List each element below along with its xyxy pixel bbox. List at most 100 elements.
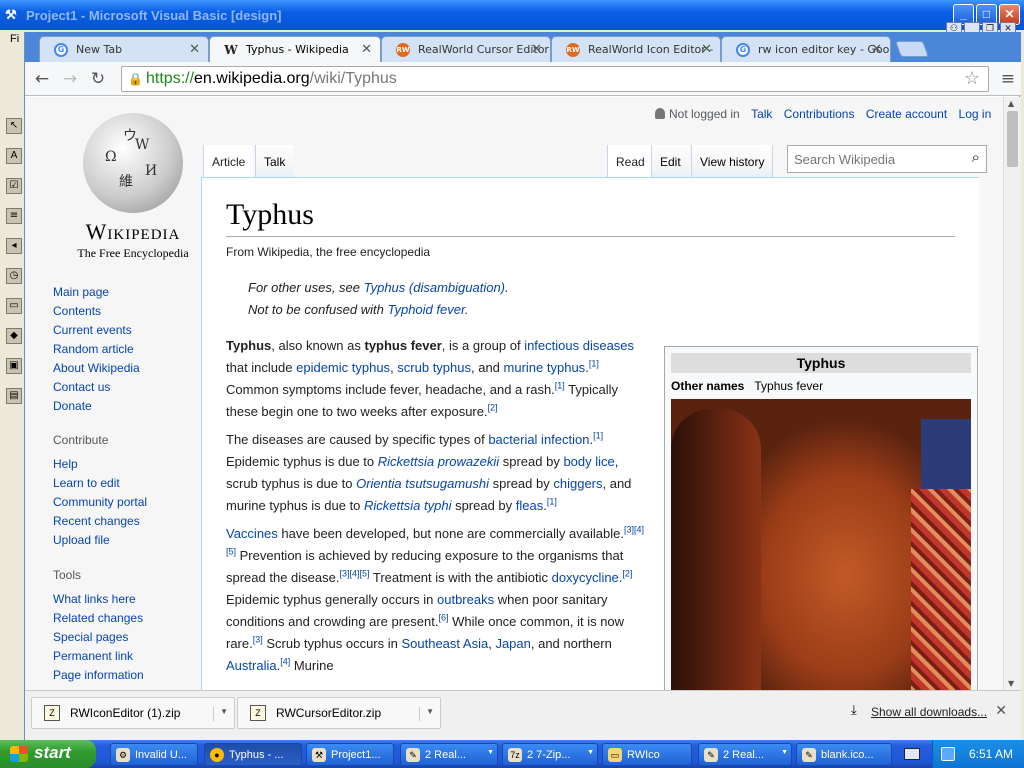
- scroll-up-icon[interactable]: ▲: [1008, 99, 1014, 108]
- typhoid-fever-link[interactable]: Typhoid fever: [387, 302, 464, 317]
- citation-link[interactable]: [6]: [438, 613, 448, 623]
- sidebar-item-community-portal[interactable]: Community portal: [53, 495, 147, 514]
- task-project1[interactable]: ⚒ Project1...: [306, 743, 394, 766]
- talk-link[interactable]: Talk: [751, 107, 772, 121]
- network-icon[interactable]: [941, 747, 955, 761]
- sidebar-item-recent-changes[interactable]: Recent changes: [53, 514, 147, 533]
- japan-link[interactable]: Japan: [495, 636, 530, 651]
- sidebar-item-help[interactable]: Help: [53, 457, 147, 476]
- sidebar-item-donate[interactable]: Donate: [53, 399, 140, 418]
- wikipedia-logo[interactable]: Ω W 維 И ウ Wikipedia The Free Encyclopedi…: [53, 113, 213, 260]
- search-input[interactable]: Search Wikipedia ⌕: [787, 145, 987, 173]
- sidebar-item-special-pages[interactable]: Special pages: [53, 630, 144, 649]
- chrome-menu-icon[interactable]: ≡: [1001, 69, 1015, 89]
- task-typhus[interactable]: ● Typhus - ...: [204, 743, 302, 766]
- task-blank-ico[interactable]: ✎ blank.ico...: [796, 743, 892, 766]
- murine-typhus-link[interactable]: murine typhus: [504, 360, 586, 375]
- sidebar-item-contents[interactable]: Contents: [53, 304, 140, 323]
- tab-talk[interactable]: Talk: [255, 145, 294, 177]
- tab-article[interactable]: Article: [203, 145, 254, 177]
- download-item[interactable]: Z RWIconEditor (1).zip ▼: [31, 697, 235, 729]
- label-tool-icon[interactable]: A: [6, 148, 22, 164]
- rickettsia-typhi-link[interactable]: Rickettsia typhi: [364, 498, 451, 513]
- address-bar[interactable]: 🔒 https://en.wikipedia.org/wiki/Typhus ☆: [121, 66, 989, 92]
- start-button[interactable]: start: [0, 740, 96, 768]
- contributions-link[interactable]: Contributions: [784, 107, 855, 121]
- shape-tool-icon[interactable]: ◆: [6, 328, 22, 344]
- new-tab-button[interactable]: [895, 41, 929, 57]
- citation-link[interactable]: [2]: [622, 569, 632, 579]
- bookmark-star-icon[interactable]: ☆: [964, 68, 980, 89]
- pointer-tool-icon[interactable]: ↖: [6, 118, 22, 134]
- orientia-link[interactable]: Orientia tsutsugamushi: [356, 476, 489, 491]
- close-tab-icon[interactable]: ✕: [189, 42, 200, 57]
- tab-google-search[interactable]: G rw icon editor key - Goo ✕: [721, 36, 891, 62]
- tab-typhus[interactable]: W Typhus - Wikipedia ✕: [209, 36, 381, 63]
- task-7zip[interactable]: 7z 2 7-Zip... ▼: [502, 743, 598, 766]
- image-tool-icon[interactable]: ▣: [6, 358, 22, 374]
- task-invalid[interactable]: ⚙ Invalid U...: [110, 743, 198, 766]
- close-tab-icon[interactable]: ✕: [871, 42, 882, 57]
- sidebar-item-permanent-link[interactable]: Permanent link: [53, 649, 144, 668]
- reload-icon[interactable]: ↻: [87, 68, 109, 90]
- scroll-thumb[interactable]: [1007, 111, 1018, 167]
- sidebar-item-contact[interactable]: Contact us: [53, 380, 140, 399]
- sidebar-item-random-article[interactable]: Random article: [53, 342, 140, 361]
- search-icon[interactable]: ⌕: [972, 149, 980, 166]
- sidebar-item-about[interactable]: About Wikipedia: [53, 361, 140, 380]
- infobox-image[interactable]: [671, 399, 971, 690]
- australia-link[interactable]: Australia: [226, 658, 277, 673]
- forward-icon[interactable]: →: [59, 68, 81, 90]
- citation-link[interactable]: [2]: [488, 403, 498, 413]
- citation-link[interactable]: [3][4][5]: [339, 569, 369, 579]
- page-scrollbar[interactable]: ▲ ▼: [1003, 97, 1021, 690]
- southeast-asia-link[interactable]: Southeast Asia: [401, 636, 488, 651]
- sidebar-item-related-changes[interactable]: Related changes: [53, 611, 144, 630]
- task-realworld-1[interactable]: ✎ 2 Real... ▼: [400, 743, 498, 766]
- close-tab-icon[interactable]: ✕: [531, 42, 542, 57]
- doxycycline-link[interactable]: doxycycline: [552, 570, 619, 585]
- rickettsia-prowazekii-link[interactable]: Rickettsia prowazekii: [378, 454, 499, 469]
- sidebar-item-upload-file[interactable]: Upload file: [53, 533, 147, 552]
- tab-view-history[interactable]: View history: [691, 145, 774, 177]
- citation-link[interactable]: [3]: [253, 635, 263, 645]
- task-realworld-2[interactable]: ✎ 2 Real... ▼: [698, 743, 792, 766]
- citation-link[interactable]: [1]: [547, 497, 557, 507]
- chevron-down-icon[interactable]: ▼: [419, 707, 434, 721]
- tab-read[interactable]: Read: [607, 145, 653, 177]
- show-all-downloads-link[interactable]: Show all downloads...: [871, 705, 987, 719]
- disambiguation-link[interactable]: Typhus (disambiguation): [364, 280, 505, 295]
- sidebar-item-what-links-here[interactable]: What links here: [53, 592, 144, 611]
- citation-link[interactable]: [1]: [589, 359, 599, 369]
- log-in-link[interactable]: Log in: [959, 107, 992, 121]
- back-icon[interactable]: ←: [31, 68, 53, 90]
- sidebar-item-learn-to-edit[interactable]: Learn to edit: [53, 476, 147, 495]
- citation-link[interactable]: [1]: [593, 431, 603, 441]
- keyboard-icon[interactable]: [904, 748, 920, 760]
- chevron-down-icon[interactable]: ▼: [213, 707, 228, 721]
- close-icon[interactable]: ✕: [995, 703, 1007, 719]
- folder-tool-icon[interactable]: ▭: [6, 298, 22, 314]
- checkbox-tool-icon[interactable]: ☑: [6, 178, 22, 194]
- tab-cursor-editor[interactable]: RW RealWorld Cursor Editor ✕: [381, 36, 551, 62]
- scroll-tool-icon[interactable]: ◂: [6, 238, 22, 254]
- sidebar-item-main-page[interactable]: Main page: [53, 285, 140, 304]
- body-lice-link[interactable]: body lice: [563, 454, 614, 469]
- citation-link[interactable]: [4]: [280, 657, 290, 667]
- tab-edit[interactable]: Edit: [651, 145, 689, 177]
- sidebar-item-current-events[interactable]: Current events: [53, 323, 140, 342]
- citation-link[interactable]: [1]: [555, 381, 565, 391]
- fleas-link[interactable]: fleas: [516, 498, 543, 513]
- bacterial-infection-link[interactable]: bacterial infection: [488, 432, 589, 447]
- outbreaks-link[interactable]: outbreaks: [437, 592, 494, 607]
- vaccines-link[interactable]: Vaccines: [226, 526, 278, 541]
- vb-menu-file[interactable]: Fi: [0, 30, 24, 48]
- tab-new-tab[interactable]: G New Tab ✕: [39, 36, 209, 62]
- timer-tool-icon[interactable]: ◷: [6, 268, 22, 284]
- download-item[interactable]: Z RWCursorEditor.zip ▼: [237, 697, 441, 729]
- create-account-link[interactable]: Create account: [866, 107, 947, 121]
- close-tab-icon[interactable]: ✕: [361, 42, 372, 57]
- close-tab-icon[interactable]: ✕: [701, 42, 712, 57]
- scroll-down-icon[interactable]: ▼: [1008, 679, 1014, 688]
- tab-icon-editor[interactable]: RW RealWorld Icon Editor - ✕: [551, 36, 721, 62]
